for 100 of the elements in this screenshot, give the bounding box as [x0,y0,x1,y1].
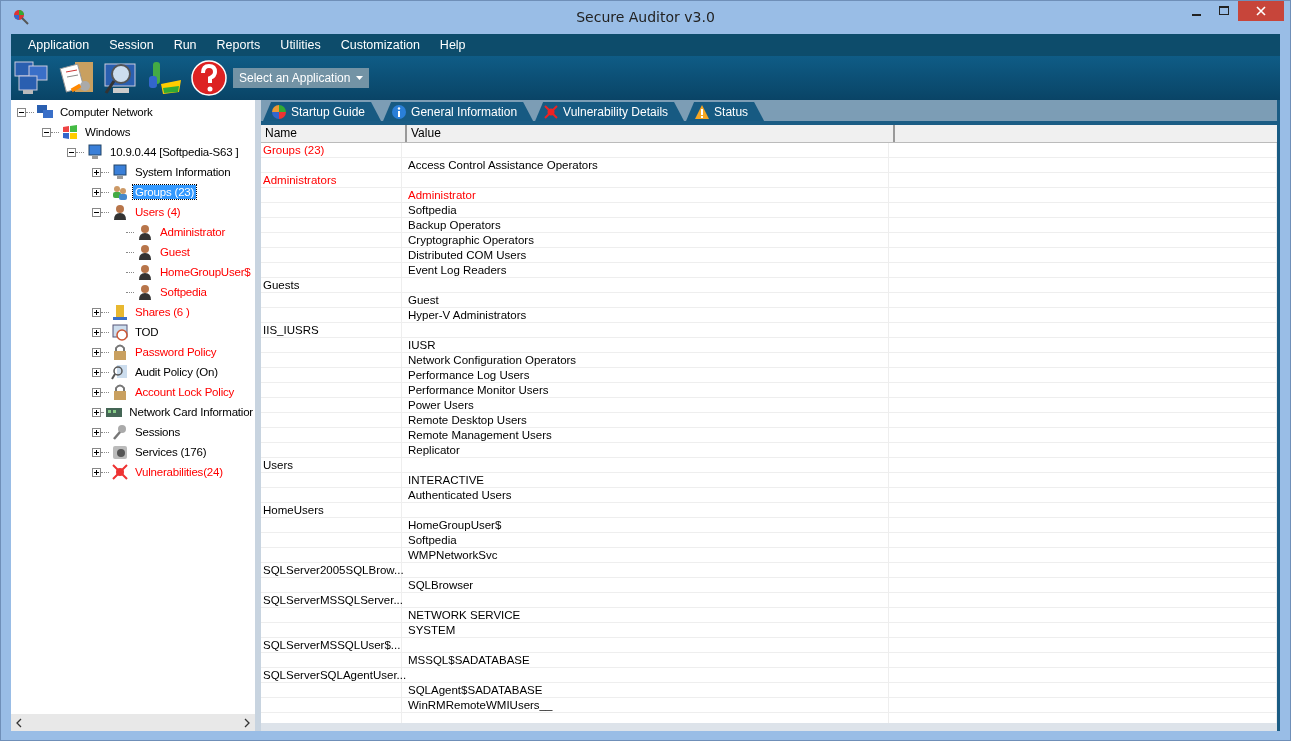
person-icon [136,263,154,281]
app-logo-icon [13,9,29,25]
menu-item[interactable]: Utilities [270,38,331,52]
table-cell: SQLAgent$SADATABASE [408,684,543,696]
table-cell: SQLServerSQLAgentUser... [263,669,407,681]
table-cell: Guests [263,279,300,291]
tree-item[interactable]: Guest [158,245,192,259]
padlock-icon [111,383,129,401]
menu-item[interactable]: Run [163,38,207,52]
pie-icon [271,103,287,120]
tree-item[interactable]: Services (176) [133,445,209,459]
column-header[interactable]: Name [261,125,407,142]
table-cell: WinRMRemoteWMIUsers__ [408,699,553,711]
table-cell: INTERACTIVE [408,474,485,486]
info-icon [391,103,408,120]
tree-item[interactable]: Softpedia [158,285,209,299]
close-icon [1256,6,1266,16]
horizontal-scrollbar[interactable] [11,714,255,731]
table-cell: SYSTEM [408,624,456,636]
tree-item[interactable]: 10.9.0.44 [Softpedia-S63 ] [108,145,241,159]
table-cell: Access Control Assistance Operators [408,159,598,171]
window-flag-icon [61,123,79,141]
minimize-icon [1191,13,1201,16]
expander-box[interactable] [92,307,101,317]
tree-item[interactable]: Computer Network [58,105,155,119]
tab[interactable]: Startup Guide [263,102,382,121]
table-cell: SQLBrowser [408,579,474,591]
expander-box[interactable] [92,347,101,357]
tree-item[interactable]: TOD [133,325,161,339]
tree-item[interactable]: Users (4) [133,205,183,219]
computer-icon [111,163,129,181]
menu-item[interactable]: Help [429,38,476,52]
table-cell: SQLServerMSSQLUser$... [263,639,401,651]
tree-item[interactable]: HomeGroupUser$ [158,265,253,279]
table-cell: IIS_IUSRS [263,324,319,336]
menu-item[interactable]: Customization [330,38,430,52]
column-header[interactable]: Value [407,125,895,142]
table-cell: Performance Monitor Users [408,384,549,396]
table-cell: Administrator [408,189,476,201]
tree-item[interactable]: Vulnerabilities(24) [133,465,225,479]
expander-box[interactable] [92,167,101,177]
menu-item[interactable]: Session [99,38,164,52]
table-cell: HomeUsers [263,504,324,516]
bug-icon [111,463,129,481]
person-icon [136,243,154,261]
expander-box[interactable] [92,467,101,477]
table-cell: NETWORK SERVICE [408,609,521,621]
table-cell: Administrators [263,174,337,186]
table-cell: Backup Operators [408,219,501,231]
expander-box[interactable] [92,427,101,437]
people-icon [111,183,129,201]
help-icon[interactable] [189,58,229,98]
magnifier-icon [111,363,129,381]
tree-item[interactable]: Audit Policy (On) [133,365,220,379]
table-cell: Groups (23) [263,144,325,156]
expander-box[interactable] [42,127,51,137]
scroll-right-icon[interactable] [243,717,251,728]
expander-box[interactable] [67,147,76,157]
window-title: Secure Auditor v3.0 [575,9,716,25]
maximize-icon [1219,6,1229,16]
scroll-left-icon[interactable] [15,717,23,728]
tab[interactable]: Status [686,102,765,121]
table-cell: Remote Management Users [408,429,552,441]
tree-item[interactable]: Network Card Informatior [127,405,255,419]
tab[interactable]: General Information [383,102,534,121]
tree-item[interactable]: Password Policy [133,345,219,359]
tree-item[interactable]: Account Lock Policy [133,385,237,399]
table-cell: SQLServerMSSQLServer... [263,594,403,606]
table-cell: Softpedia [408,534,457,546]
computer-icon [86,143,104,161]
table-cell: Authenticated Users [408,489,512,501]
table-cell: HomeGroupUser$ [408,519,502,531]
tree-item[interactable]: Windows [83,125,133,139]
table-cell: Cryptographic Operators [408,234,534,246]
tree-item[interactable]: System Information [133,165,233,179]
expander-box[interactable] [92,387,101,397]
expander-box[interactable] [92,407,101,417]
expander-box[interactable] [92,207,101,217]
table-cell: Remote Desktop Users [408,414,527,426]
table-cell: Guest [408,294,439,306]
menu-item[interactable]: Reports [206,38,271,52]
expander-box[interactable] [92,187,101,197]
expander-box[interactable] [92,327,101,337]
table-cell: SQLServer2005SQLBrow... [263,564,404,576]
expander-box[interactable] [17,107,26,117]
tree-item[interactable]: Shares (6 ) [133,305,192,319]
table-cell: Event Log Readers [408,264,507,276]
tree-item[interactable]: Administrator [158,225,228,239]
table-cell: Distributed COM Users [408,249,527,261]
menu-item[interactable]: Application [18,38,100,52]
person-icon [136,223,154,241]
warning-icon [694,103,711,120]
tab[interactable]: Vulnerability Details [535,102,685,121]
bug-icon [543,103,560,120]
table-cell: IUSR [408,339,436,351]
table-cell: Softpedia [408,204,457,216]
expander-box[interactable] [92,367,101,377]
tree-item[interactable]: Sessions [133,425,183,439]
padlock-icon [111,343,129,361]
expander-box[interactable] [92,447,101,457]
